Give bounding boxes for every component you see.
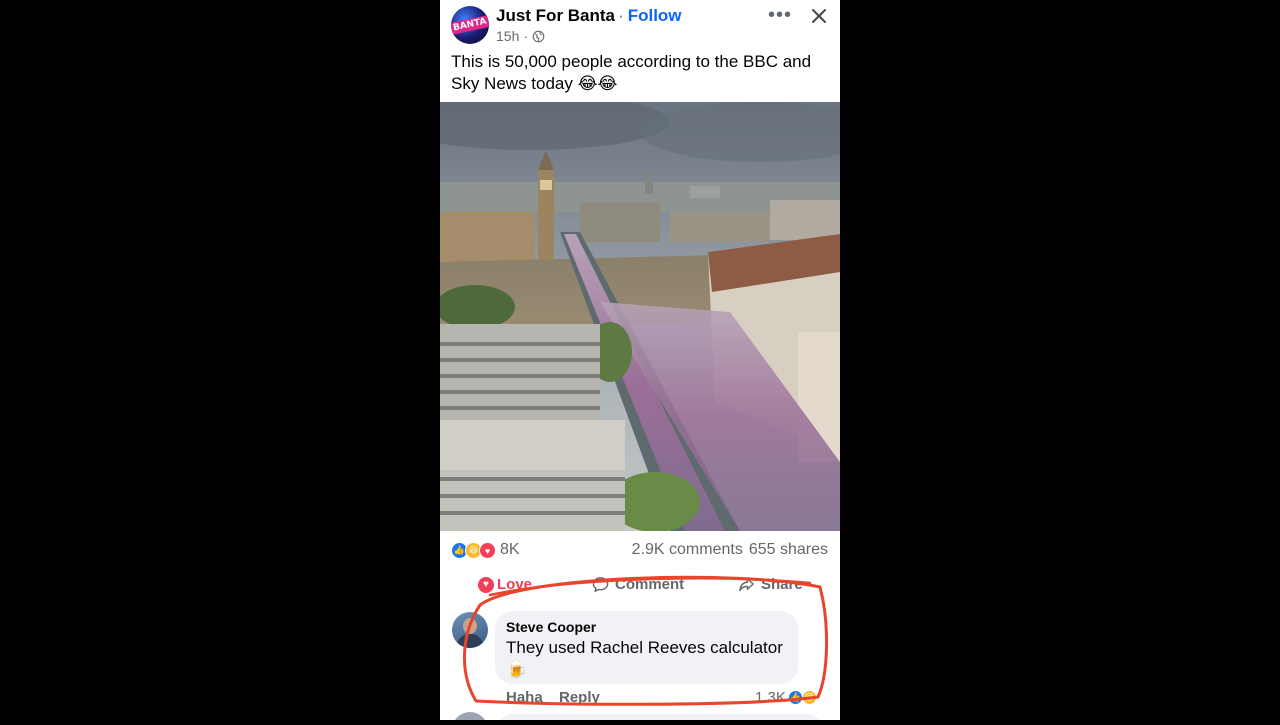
commenter-name[interactable]: Steve Cooper xyxy=(506,619,596,635)
author-line: Just For Banta · Follow xyxy=(496,6,682,26)
love-reaction-icon: ♥ xyxy=(478,576,494,593)
post-stats: 👍 😆 ♥ 8K 2.9K comments 655 shares xyxy=(440,538,840,564)
share-button[interactable]: Share xyxy=(738,576,803,593)
avatar-logo: BANTA xyxy=(451,15,489,35)
love-button[interactable]: ♥ Love xyxy=(478,576,532,593)
comment-bubble[interactable]: Steve Cooper They used Rachel Reeves cal… xyxy=(495,611,798,684)
reaction-count[interactable]: 8K xyxy=(500,541,520,559)
like-icon: 👍 xyxy=(787,690,803,705)
post-caption: This is 50,000 people according to the B… xyxy=(451,52,812,93)
comment-footer: Haha Reply 1.3K 👍 😆 xyxy=(440,687,840,709)
haha-icon: 😆 xyxy=(801,690,817,705)
separator-dot: · xyxy=(618,6,624,25)
post-header: BANTA Just For Banta · Follow 15h · ••• Th… xyxy=(440,0,840,100)
more-options-icon[interactable]: ••• xyxy=(768,4,792,27)
close-icon[interactable] xyxy=(809,6,829,26)
reaction-icons[interactable]: 👍 😆 ♥ xyxy=(451,542,496,559)
follow-button[interactable]: Follow xyxy=(628,6,682,25)
love-icon: ♥ xyxy=(479,542,496,559)
comment-reply-button[interactable]: Reply xyxy=(559,689,600,706)
comment-text: They used Rachel Reeves calculator 🍺 xyxy=(506,638,783,679)
facebook-post: BANTA Just For Banta · Follow 15h · ••• Th… xyxy=(440,0,840,720)
comment-icon xyxy=(592,577,609,593)
shares-count[interactable]: 655 shares xyxy=(749,541,828,558)
comment-haha-button[interactable]: Haha xyxy=(506,689,543,706)
share-label: Share xyxy=(761,576,803,593)
comment-share-counts: 2.9K comments 655 shares xyxy=(632,541,828,559)
share-icon xyxy=(739,578,754,592)
comment-button[interactable]: Comment xyxy=(592,576,684,593)
comment-reactions[interactable]: 1.3K 👍 😆 xyxy=(755,689,817,706)
avatar-face xyxy=(463,618,477,634)
avatar-body xyxy=(457,634,483,648)
love-label: Love xyxy=(497,576,533,593)
commenter-avatar[interactable] xyxy=(452,612,488,648)
comment-label: Comment xyxy=(615,576,685,593)
post-meta: 15h · xyxy=(496,28,545,44)
globe-icon xyxy=(532,30,545,42)
meta-dot: · xyxy=(523,28,529,44)
page-avatar[interactable]: BANTA xyxy=(451,6,489,44)
post-photo[interactable] xyxy=(440,102,840,531)
post-time[interactable]: 15h xyxy=(496,28,519,44)
next-comment-bubble[interactable] xyxy=(495,714,825,720)
comment-reaction-count: 1.3K xyxy=(755,689,786,706)
action-bar: ♥ Love Comment Share xyxy=(440,574,840,598)
next-commenter-avatar[interactable] xyxy=(452,712,488,720)
comments-count[interactable]: 2.9K comments xyxy=(632,541,743,558)
author-name[interactable]: Just For Banta xyxy=(496,6,615,25)
